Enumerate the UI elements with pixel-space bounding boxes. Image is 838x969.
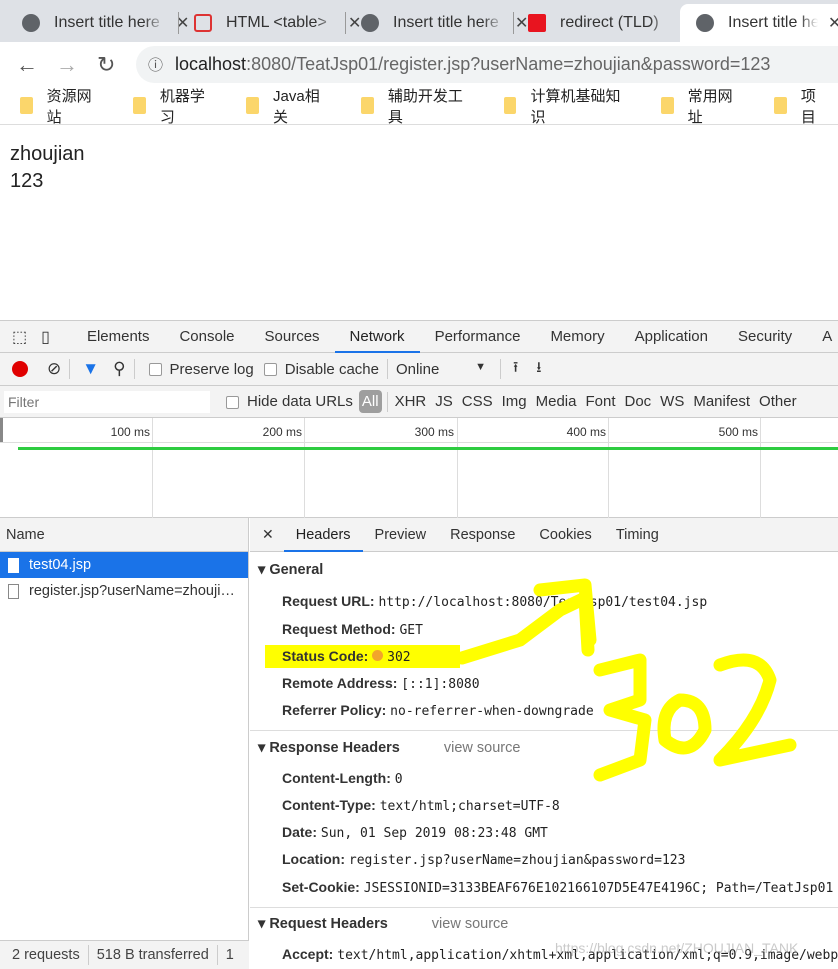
yellow-scribble-annotation: [455, 578, 797, 782]
